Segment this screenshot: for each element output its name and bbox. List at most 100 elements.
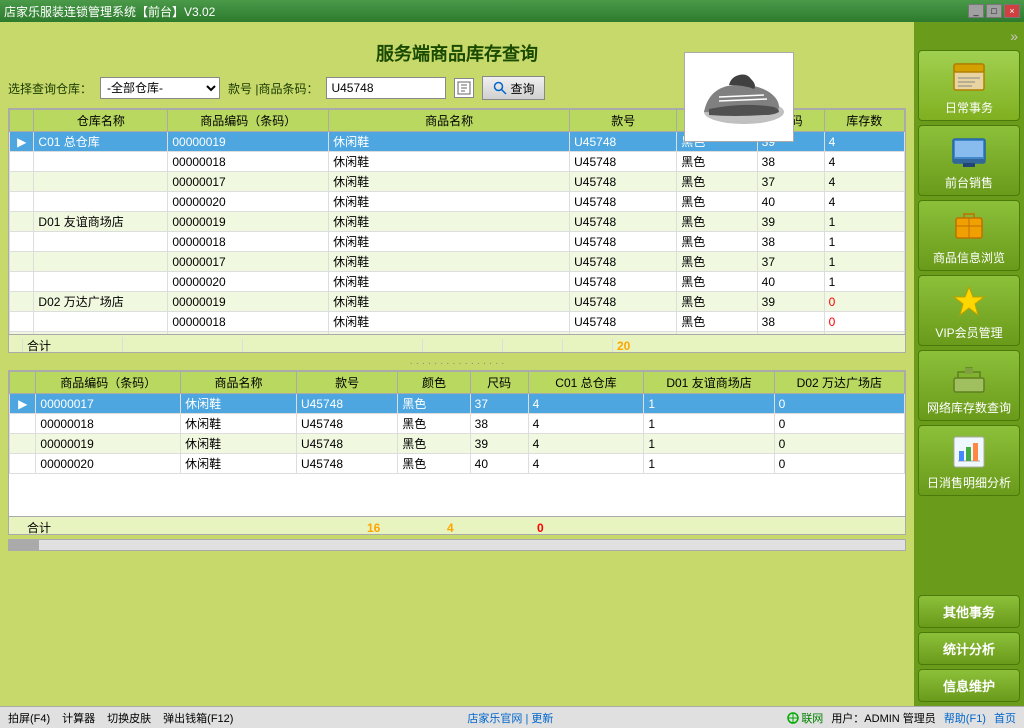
home-btn[interactable]: 首页 xyxy=(994,710,1016,726)
cell-stock: 4 xyxy=(824,172,904,192)
cell-code: 00000019 xyxy=(168,212,329,232)
cell-warehouse xyxy=(34,192,168,212)
analysis-icon xyxy=(949,432,989,472)
help-btn[interactable]: 帮助(F1) xyxy=(944,710,986,726)
row-indicator xyxy=(10,454,36,474)
sidebar-item-daily[interactable]: 日常事务 xyxy=(918,50,1020,121)
cell-name: 休闲鞋 xyxy=(329,192,570,212)
cell-sku: U45748 xyxy=(296,394,397,414)
cell-stock: 1 xyxy=(824,252,904,272)
cell-warehouse: C01 总仓库 xyxy=(34,132,168,152)
table-row[interactable]: ▶ 00000017 休闲鞋 U45748 黑色 37 4 1 0 xyxy=(10,394,905,414)
sidebar-item-goods[interactable]: 商品信息浏览 xyxy=(918,200,1020,271)
cell-c01: 4 xyxy=(528,434,644,454)
sidebar-stats-btn[interactable]: 统计分析 xyxy=(918,632,1020,665)
cell-size: 37 xyxy=(470,394,528,414)
cell-sku: U45748 xyxy=(570,172,677,192)
warehouse-label: 选择查询仓库： xyxy=(8,80,92,97)
status-bar: 拍屏(F4) 计算器 切换皮肤 弹出钱箱(F12) 店家乐官网 | 更新 联网 … xyxy=(0,706,1024,728)
cell-stock: 0 xyxy=(824,292,904,312)
row-indicator xyxy=(10,152,34,172)
col-lower-size: 尺码 xyxy=(470,372,528,394)
sidebar-other-btn[interactable]: 其他事务 xyxy=(918,595,1020,628)
table-row[interactable]: 00000020 休闲鞋 U45748 黑色 40 1 xyxy=(10,272,905,292)
row-indicator xyxy=(10,414,36,434)
search-icon xyxy=(493,81,507,95)
cashbox-btn[interactable]: 弹出钱箱(F12) xyxy=(163,710,233,726)
sidebar-vip-label: VIP会员管理 xyxy=(935,324,1002,341)
warehouse-select[interactable]: -全部仓库- C01 总仓库 D01 友谊商场店 D02 万达广场店 xyxy=(100,77,220,99)
cell-size: 39 xyxy=(470,434,528,454)
sidebar-daily-label: 日常事务 xyxy=(945,99,993,116)
table-row[interactable]: 00000020 休闲鞋 U45748 黑色 40 4 1 0 xyxy=(10,454,905,474)
skin-btn[interactable]: 切换皮肤 xyxy=(107,710,151,726)
cell-warehouse: D02 万达广场店 xyxy=(34,292,168,312)
cell-color: 黑色 xyxy=(398,414,470,434)
cell-sku: U45748 xyxy=(570,252,677,272)
sidebar-info-btn[interactable]: 信息维护 xyxy=(918,669,1020,702)
cell-warehouse xyxy=(34,172,168,192)
table-row[interactable]: D01 友谊商场店 00000019 休闲鞋 U45748 黑色 39 1 xyxy=(10,212,905,232)
table-row[interactable]: 00000017 休闲鞋 U45748 黑色 37 4 xyxy=(10,172,905,192)
cell-size: 38 xyxy=(757,232,824,252)
cell-sku: U45748 xyxy=(570,312,677,332)
code-input[interactable] xyxy=(326,77,446,99)
cell-size: 40 xyxy=(470,454,528,474)
maximize-btn[interactable]: □ xyxy=(986,4,1002,18)
table-row[interactable]: D02 万达广场店 00000019 休闲鞋 U45748 黑色 39 0 xyxy=(10,292,905,312)
query-button[interactable]: 查询 xyxy=(482,76,545,100)
sidebar-item-network[interactable]: 网络库存数查询 xyxy=(918,350,1020,421)
table-row[interactable]: 00000017 休闲鞋 U45748 黑色 37 1 xyxy=(10,252,905,272)
sidebar-network-label: 网络库存数查询 xyxy=(927,399,1011,416)
lower-total-d02: 0 xyxy=(533,521,623,535)
cell-warehouse xyxy=(34,232,168,252)
table-row[interactable]: 00000020 休闲鞋 U45748 黑色 40 4 xyxy=(10,192,905,212)
cell-stock: 4 xyxy=(824,152,904,172)
col-lower-d01: D01 友谊商场店 xyxy=(644,372,774,394)
col-stock: 库存数 xyxy=(824,110,904,132)
cell-size: 40 xyxy=(757,192,824,212)
cell-d02: 0 xyxy=(774,414,904,434)
table-row[interactable]: 00000018 休闲鞋 U45748 黑色 38 4 1 0 xyxy=(10,414,905,434)
code-browse-btn[interactable] xyxy=(454,78,474,98)
table-row[interactable]: 00000019 休闲鞋 U45748 黑色 39 4 1 0 xyxy=(10,434,905,454)
scroll-handle[interactable] xyxy=(9,540,39,550)
main-layout: 服务端商品库存查询 选择查询仓库： -全部仓库- C01 总仓库 D01 友谊商… xyxy=(0,22,1024,706)
upper-total-label: 合计 xyxy=(23,337,123,353)
sidebar-sales-label: 前台销售 xyxy=(945,174,993,191)
row-indicator xyxy=(10,192,34,212)
pagination: · · · · · · · · · · · · · · · · xyxy=(8,357,906,370)
cell-code: 00000017 xyxy=(168,172,329,192)
cell-color: 黑色 xyxy=(398,434,470,454)
status-right: 联网 用户：ADMIN 管理员 帮助(F1) 首页 xyxy=(787,710,1016,726)
cell-sku: U45748 xyxy=(296,454,397,474)
col-lower-c01: C01 总仓库 xyxy=(528,372,644,394)
row-indicator xyxy=(10,172,34,192)
table-row[interactable]: 00000018 休闲鞋 U45748 黑色 38 1 xyxy=(10,232,905,252)
cell-color: 黑色 xyxy=(677,312,757,332)
row-indicator: ▶ xyxy=(10,394,36,414)
cell-color: 黑色 xyxy=(677,292,757,312)
cell-color: 黑色 xyxy=(677,272,757,292)
minimize-btn[interactable]: _ xyxy=(968,4,984,18)
col-indicator xyxy=(10,110,34,132)
website-link[interactable]: 店家乐官网 | 更新 xyxy=(467,713,553,725)
cell-size: 39 xyxy=(757,292,824,312)
row-indicator xyxy=(10,292,34,312)
cell-size: 37 xyxy=(757,252,824,272)
query-btn-label: 查询 xyxy=(510,80,534,97)
cell-name: 休闲鞋 xyxy=(329,232,570,252)
screenshot-btn[interactable]: 拍屏(F4) xyxy=(8,710,50,726)
cell-name: 休闲鞋 xyxy=(329,312,570,332)
close-btn[interactable]: × xyxy=(1004,4,1020,18)
cell-code: 00000017 xyxy=(168,252,329,272)
table-row[interactable]: 00000018 休闲鞋 U45748 黑色 38 4 xyxy=(10,152,905,172)
cell-d01: 1 xyxy=(644,394,774,414)
sidebar-expand-btn[interactable]: » xyxy=(918,26,1020,46)
table-row[interactable]: 00000018 休闲鞋 U45748 黑色 38 0 xyxy=(10,312,905,332)
sidebar-item-sales[interactable]: 前台销售 xyxy=(918,125,1020,196)
calculator-btn[interactable]: 计算器 xyxy=(62,710,95,726)
sidebar-item-vip[interactable]: VIP会员管理 xyxy=(918,275,1020,346)
cell-name: 休闲鞋 xyxy=(329,212,570,232)
sidebar-item-analysis[interactable]: 日消售明细分析 xyxy=(918,425,1020,496)
